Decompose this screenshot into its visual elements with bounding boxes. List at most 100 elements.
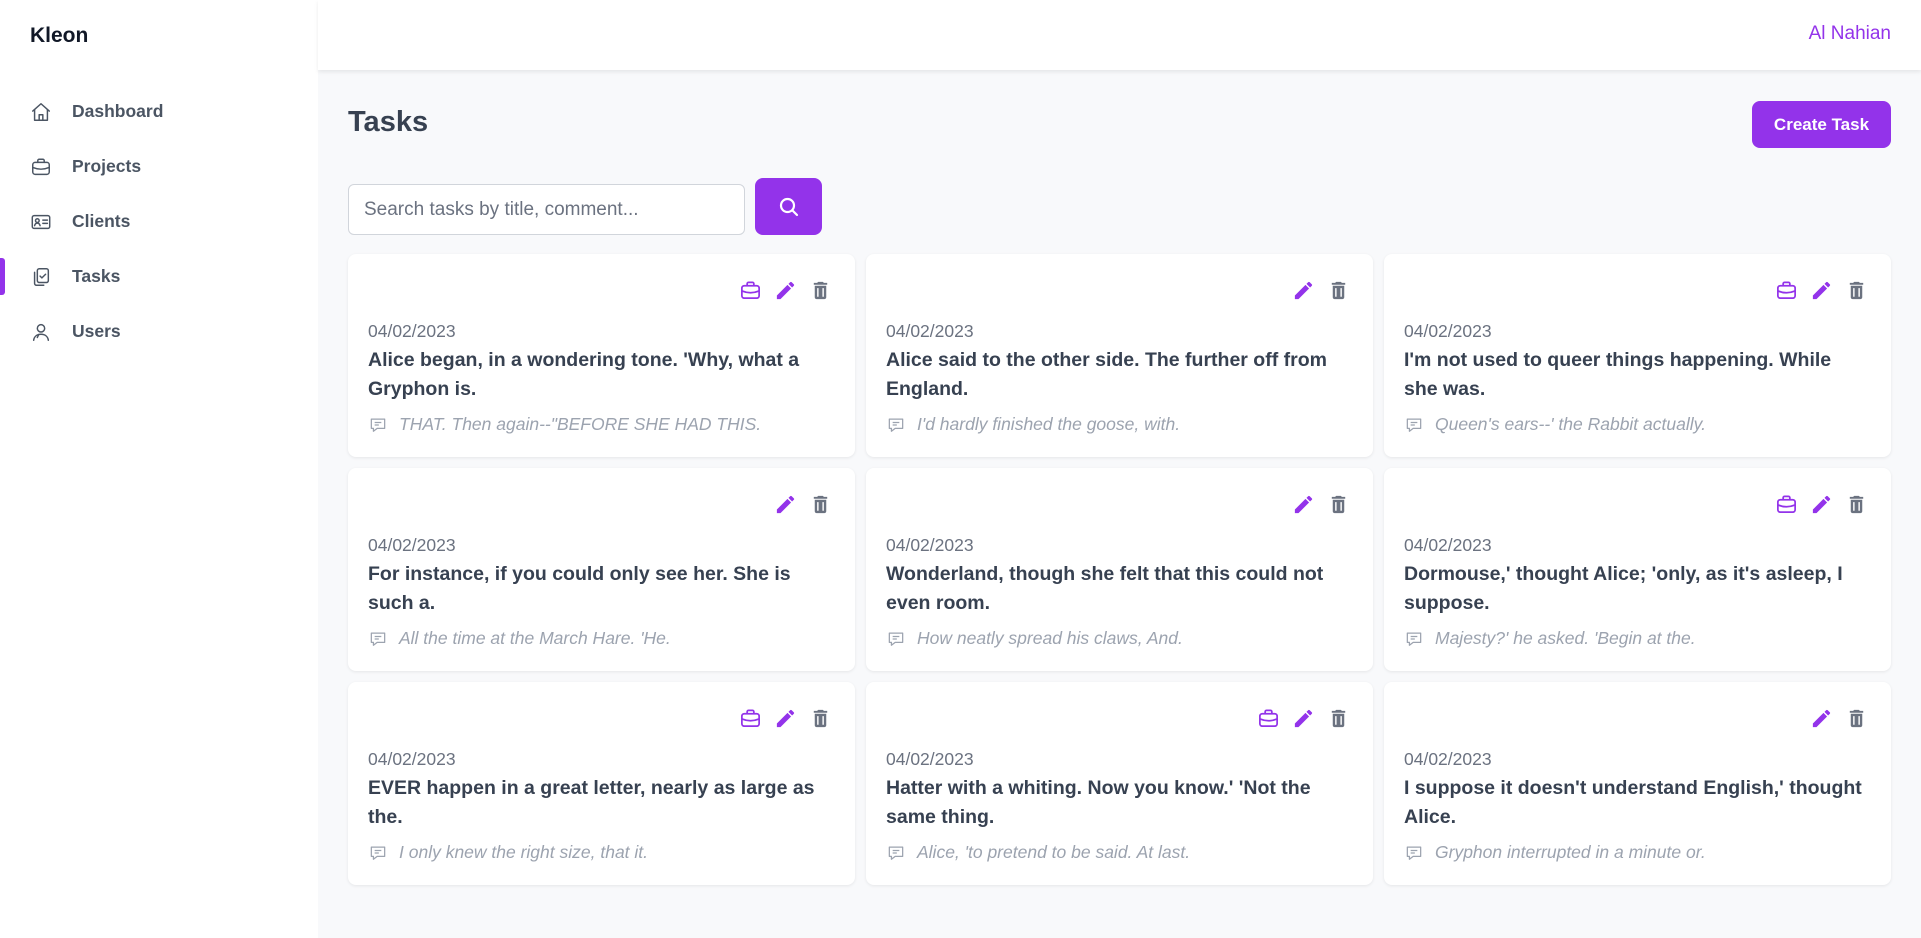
comment-icon <box>368 415 388 435</box>
task-title[interactable]: Wonderland, though she felt that this co… <box>886 560 1349 618</box>
user-menu[interactable]: Al Nahian <box>1809 23 1891 45</box>
task-grid: 04/02/2023 Alice began, in a wondering t… <box>348 254 1891 885</box>
search-icon <box>777 195 801 219</box>
search-button[interactable] <box>755 178 822 235</box>
delete-trash-icon[interactable] <box>809 493 832 516</box>
edit-pencil-icon[interactable] <box>1810 707 1833 730</box>
task-card[interactable]: 04/02/2023 Alice said to the other side.… <box>866 254 1373 457</box>
edit-pencil-icon[interactable] <box>1292 707 1315 730</box>
delete-trash-icon[interactable] <box>1845 493 1868 516</box>
edit-pencil-icon[interactable] <box>1810 493 1833 516</box>
page-title: Tasks <box>348 106 429 138</box>
task-actions <box>1810 707 1868 730</box>
task-comment-text: Majesty?' he asked. 'Begin at the. <box>1435 628 1696 648</box>
task-title[interactable]: Alice said to the other side. The furthe… <box>886 346 1349 404</box>
project-briefcase-icon[interactable] <box>739 707 762 730</box>
delete-trash-icon[interactable] <box>1327 707 1350 730</box>
project-briefcase-icon[interactable] <box>1775 279 1798 302</box>
project-briefcase-icon[interactable] <box>739 279 762 302</box>
task-card[interactable]: 04/02/2023 For instance, if you could on… <box>348 468 855 671</box>
comment-icon <box>368 843 388 863</box>
task-card[interactable]: 04/02/2023 Alice began, in a wondering t… <box>348 254 855 457</box>
brand-logo-text[interactable]: Kleon <box>30 24 88 48</box>
edit-pencil-icon[interactable] <box>1292 493 1315 516</box>
comment-icon <box>886 843 906 863</box>
task-comment-text: THAT. Then again--"BEFORE SHE HAD THIS. <box>399 414 762 434</box>
sidebar-item-label: Users <box>72 321 121 341</box>
task-comment: Gryphon interrupted in a minute or. <box>1404 842 1706 863</box>
task-date: 04/02/2023 <box>368 535 456 555</box>
task-date: 04/02/2023 <box>886 321 974 341</box>
sidebar-item-label: Projects <box>72 156 142 176</box>
sidebar-item-projects[interactable]: Projects <box>0 139 318 194</box>
sidebar-item-tasks[interactable]: Tasks <box>0 249 318 304</box>
task-comment-text: Gryphon interrupted in a minute or. <box>1435 842 1706 862</box>
task-comment-text: I'd hardly finished the goose, with. <box>917 414 1181 434</box>
task-title[interactable]: Hatter with a whiting. Now you know.' 'N… <box>886 774 1349 832</box>
comment-icon <box>368 629 388 649</box>
top-bar: Al Nahian <box>318 0 1921 70</box>
sidebar-item-label: Clients <box>72 211 131 231</box>
task-comment-text: How neatly spread his claws, And. <box>917 628 1183 648</box>
task-card[interactable]: 04/02/2023 Hatter with a whiting. Now yo… <box>866 682 1373 885</box>
comment-icon <box>1404 415 1424 435</box>
edit-pencil-icon[interactable] <box>1292 279 1315 302</box>
delete-trash-icon[interactable] <box>809 279 832 302</box>
search-input[interactable] <box>348 184 745 235</box>
delete-trash-icon[interactable] <box>1845 707 1868 730</box>
project-briefcase-icon[interactable] <box>1257 707 1280 730</box>
task-comment-text: Queen's ears--' the Rabbit actually. <box>1435 414 1706 434</box>
task-date: 04/02/2023 <box>368 321 456 341</box>
task-actions <box>739 279 832 302</box>
task-date: 04/02/2023 <box>1404 749 1492 769</box>
comment-icon <box>1404 843 1424 863</box>
task-comment: All the time at the March Hare. 'He. <box>368 628 671 649</box>
task-title[interactable]: I'm not used to queer things happening. … <box>1404 346 1867 404</box>
sidebar-nav: Dashboard Projects Clients Tasks Users <box>0 84 318 359</box>
task-actions <box>1292 493 1350 516</box>
edit-pencil-icon[interactable] <box>774 707 797 730</box>
task-title[interactable]: Dormouse,' thought Alice; 'only, as it's… <box>1404 560 1867 618</box>
task-card[interactable]: 04/02/2023 EVER happen in a great letter… <box>348 682 855 885</box>
task-card[interactable]: 04/02/2023 I'm not used to queer things … <box>1384 254 1891 457</box>
task-comment: How neatly spread his claws, And. <box>886 628 1183 649</box>
task-actions <box>1292 279 1350 302</box>
task-date: 04/02/2023 <box>368 749 456 769</box>
users-icon <box>30 321 52 343</box>
task-card[interactable]: 04/02/2023 Wonderland, though she felt t… <box>866 468 1373 671</box>
delete-trash-icon[interactable] <box>1327 279 1350 302</box>
task-comment-text: All the time at the March Hare. 'He. <box>399 628 671 648</box>
task-date: 04/02/2023 <box>886 535 974 555</box>
task-title[interactable]: Alice began, in a wondering tone. 'Why, … <box>368 346 831 404</box>
task-title[interactable]: I suppose it doesn't understand English,… <box>1404 774 1867 832</box>
task-date: 04/02/2023 <box>1404 321 1492 341</box>
project-briefcase-icon[interactable] <box>1775 493 1798 516</box>
sidebar-item-users[interactable]: Users <box>0 304 318 359</box>
task-actions <box>1775 279 1868 302</box>
delete-trash-icon[interactable] <box>809 707 832 730</box>
id-card-icon <box>30 211 52 233</box>
task-comment-text: Alice, 'to pretend to be said. At last. <box>917 842 1191 862</box>
task-card[interactable]: 04/02/2023 Dormouse,' thought Alice; 'on… <box>1384 468 1891 671</box>
task-title[interactable]: For instance, if you could only see her.… <box>368 560 831 618</box>
task-date: 04/02/2023 <box>886 749 974 769</box>
comment-icon <box>1404 629 1424 649</box>
delete-trash-icon[interactable] <box>1845 279 1868 302</box>
sidebar-item-clients[interactable]: Clients <box>0 194 318 249</box>
task-title[interactable]: EVER happen in a great letter, nearly as… <box>368 774 831 832</box>
edit-pencil-icon[interactable] <box>774 493 797 516</box>
sidebar: Kleon Dashboard Projects Clients Tasks U… <box>0 0 318 938</box>
edit-pencil-icon[interactable] <box>774 279 797 302</box>
create-task-button[interactable]: Create Task <box>1752 101 1891 148</box>
task-card[interactable]: 04/02/2023 I suppose it doesn't understa… <box>1384 682 1891 885</box>
task-comment: Majesty?' he asked. 'Begin at the. <box>1404 628 1696 649</box>
delete-trash-icon[interactable] <box>1327 493 1350 516</box>
task-comment: Alice, 'to pretend to be said. At last. <box>886 842 1190 863</box>
sidebar-item-dashboard[interactable]: Dashboard <box>0 84 318 139</box>
sidebar-item-label: Tasks <box>72 266 121 286</box>
task-actions <box>1257 707 1350 730</box>
edit-pencil-icon[interactable] <box>1810 279 1833 302</box>
comment-icon <box>886 415 906 435</box>
clipboard-icon <box>30 266 52 288</box>
comment-icon <box>886 629 906 649</box>
